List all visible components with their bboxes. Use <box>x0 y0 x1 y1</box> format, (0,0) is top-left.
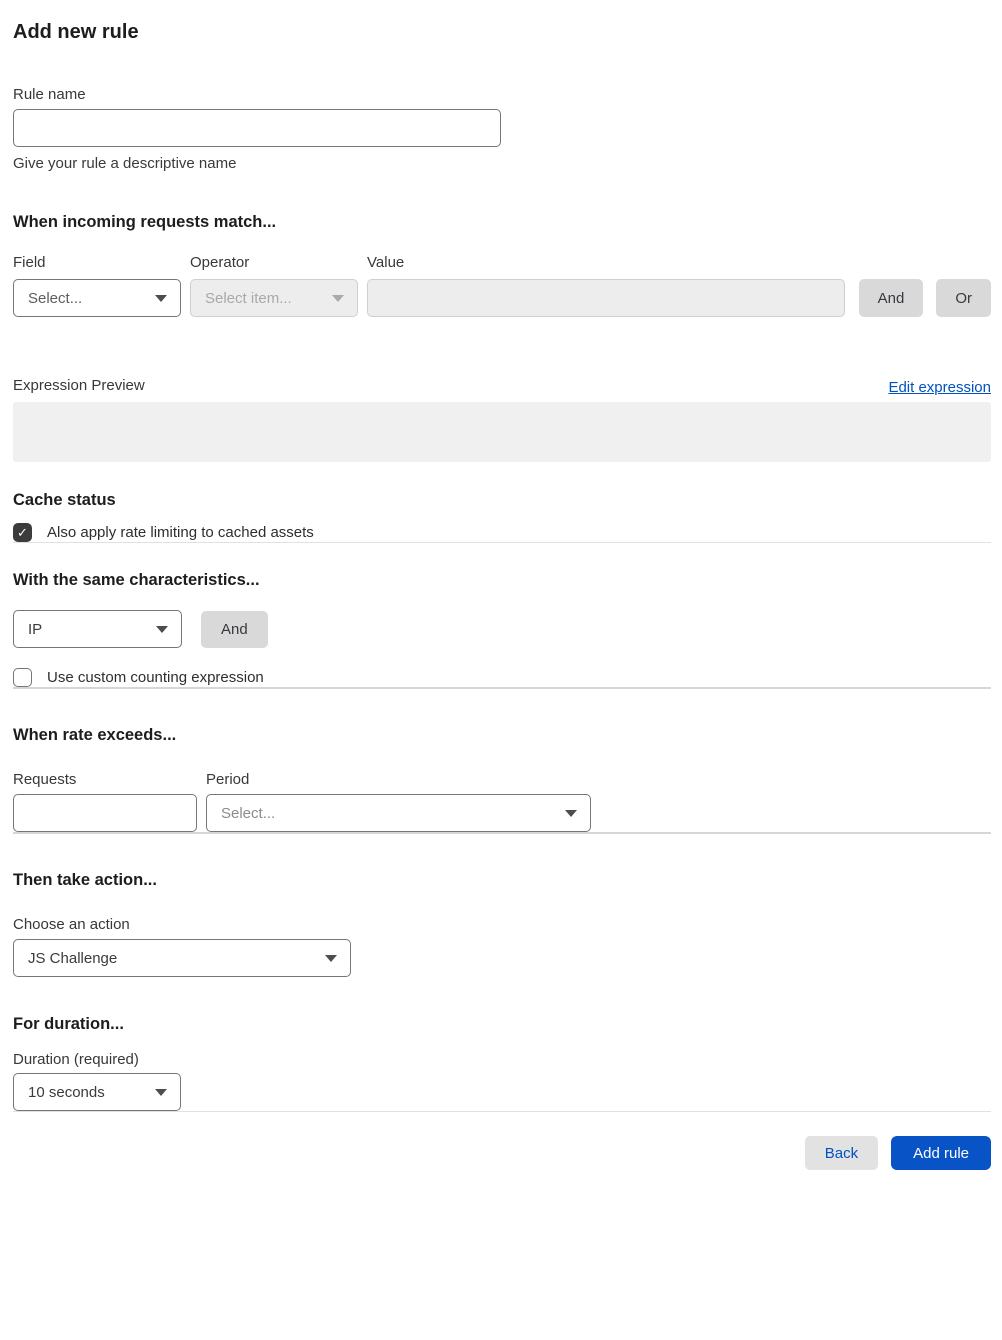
field-select[interactable]: Select... <box>13 279 181 317</box>
rule-name-helper: Give your rule a descriptive name <box>13 155 237 172</box>
and-button[interactable]: And <box>858 279 924 317</box>
action-select-value: JS Challenge <box>28 949 118 967</box>
add-rule-button[interactable]: Add rule <box>891 1136 991 1170</box>
operator-select-value: Select item... <box>205 289 292 307</box>
or-button[interactable]: Or <box>936 279 991 317</box>
edit-expression-link[interactable]: Edit expression <box>888 379 991 396</box>
value-input <box>367 279 845 317</box>
period-select-value: Select... <box>221 804 276 822</box>
period-select[interactable]: Select... <box>206 794 591 832</box>
period-label: Period <box>206 771 250 788</box>
back-button[interactable]: Back <box>804 1136 879 1170</box>
page-title: Add new rule <box>13 21 139 43</box>
cached-assets-checkbox[interactable]: ✓ <box>13 523 32 542</box>
requests-input[interactable] <box>13 794 197 832</box>
duration-select-value: 10 seconds <box>28 1083 105 1101</box>
custom-counting-checkbox-label: Use custom counting expression <box>47 669 264 686</box>
chevron-down-icon <box>332 294 344 302</box>
chevron-down-icon <box>155 1088 167 1096</box>
duration-select[interactable]: 10 seconds <box>13 1073 181 1111</box>
divider <box>13 687 991 689</box>
rate-section-heading: When rate exceeds... <box>13 726 177 744</box>
characteristics-section-heading: With the same characteristics... <box>13 571 260 589</box>
chevron-down-icon <box>155 294 167 302</box>
characteristic-select[interactable]: IP <box>13 610 182 648</box>
custom-counting-checkbox[interactable]: ✓ <box>13 668 32 687</box>
action-label: Choose an action <box>13 916 130 933</box>
cache-section-heading: Cache status <box>13 491 116 509</box>
checkmark-icon: ✓ <box>17 525 28 540</box>
divider <box>13 1111 991 1112</box>
operator-select: Select item... <box>190 279 358 317</box>
duration-label: Duration (required) <box>13 1051 139 1068</box>
divider <box>13 542 991 543</box>
rule-name-input[interactable] <box>13 109 501 147</box>
expression-preview-box <box>13 402 991 462</box>
add-rule-form: Add new rule Rule name Give your rule a … <box>0 0 1002 1170</box>
field-select-value: Select... <box>28 289 83 307</box>
value-label: Value <box>367 254 405 271</box>
requests-label: Requests <box>13 771 77 788</box>
field-label: Field <box>13 254 46 271</box>
duration-section-heading: For duration... <box>13 1015 124 1033</box>
chevron-down-icon <box>156 625 168 633</box>
divider <box>13 832 991 834</box>
characteristic-and-button[interactable]: And <box>201 610 268 648</box>
action-section-heading: Then take action... <box>13 871 157 889</box>
operator-label: Operator <box>190 254 250 271</box>
match-section-heading: When incoming requests match... <box>13 213 277 231</box>
characteristic-select-value: IP <box>28 620 43 638</box>
chevron-down-icon <box>565 809 577 817</box>
cached-assets-checkbox-label: Also apply rate limiting to cached asset… <box>47 524 314 541</box>
action-select[interactable]: JS Challenge <box>13 939 351 977</box>
rule-name-label: Rule name <box>13 86 86 103</box>
expression-preview-label: Expression Preview <box>13 377 145 394</box>
chevron-down-icon <box>325 954 337 962</box>
